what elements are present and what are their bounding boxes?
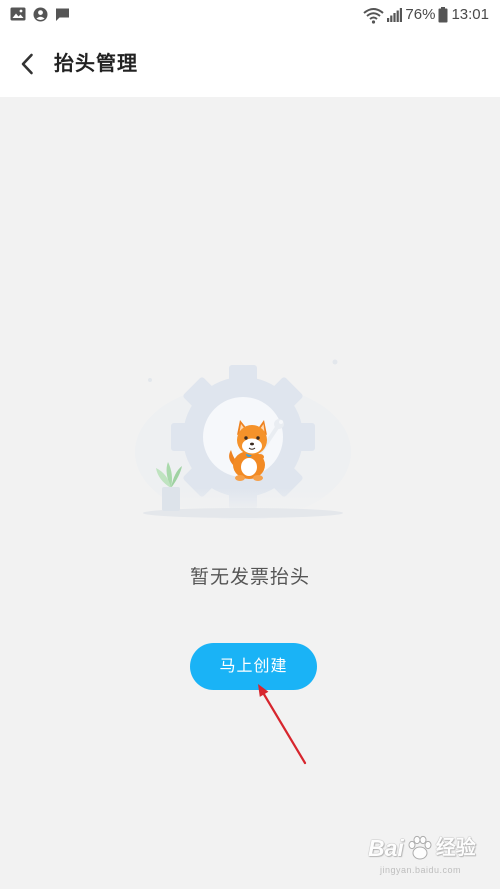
system-indicators: 76% 13:01 [363,4,489,26]
message-icon [55,7,70,22]
status-bar: 76% 13:01 [0,0,500,30]
signal-icon [387,8,403,22]
watermark: Bai 经验 jingyan.baidu.com [368,832,492,886]
create-button[interactable]: 马上创建 [190,643,317,690]
account-circle-icon [33,7,48,22]
battery-percent: 76% [405,6,436,23]
battery-icon [438,7,448,23]
empty-state-illustration [130,359,370,520]
chevron-left-icon [20,53,34,75]
watermark-product: 经验 [435,837,476,859]
paw-icon [406,835,434,861]
empty-message: 暂无发票抬头 [189,567,310,588]
clock: 13:01 [451,6,489,23]
notification-icons [10,5,70,23]
watermark-url: jingyan.baidu.com [380,865,462,875]
back-button[interactable] [9,46,45,82]
page-title: 抬头管理 [54,53,138,75]
watermark-brand: Bai [368,835,404,861]
header: 抬头管理 [0,30,500,97]
image-icon [10,7,26,21]
wifi-icon [363,7,385,24]
